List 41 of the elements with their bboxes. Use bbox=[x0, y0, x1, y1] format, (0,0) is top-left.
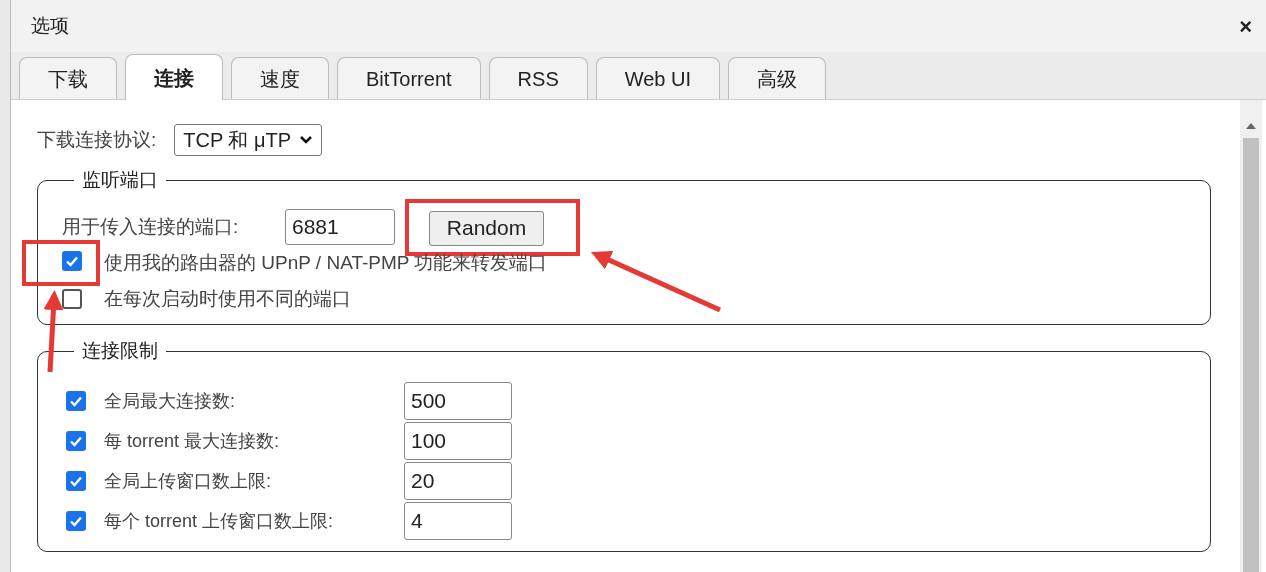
checkbox[interactable] bbox=[66, 471, 86, 491]
limit-field[interactable]: 4 bbox=[404, 502, 512, 540]
tab[interactable]: Web UI bbox=[595, 57, 721, 99]
group-legend: 监听端口 bbox=[74, 169, 166, 191]
checkbox[interactable] bbox=[66, 431, 86, 451]
tab[interactable]: 下载 bbox=[19, 57, 117, 99]
close-button[interactable]: × bbox=[1239, 9, 1252, 43]
chevron-down-icon bbox=[299, 135, 314, 145]
scroll-up-icon[interactable] bbox=[1246, 122, 1256, 130]
checkbox[interactable] bbox=[62, 289, 82, 309]
limit-label: 每个 torrent 上传窗口数上限: bbox=[104, 509, 335, 533]
checkmark-icon bbox=[69, 474, 83, 488]
tab[interactable]: 连接 bbox=[125, 54, 223, 100]
group-legend: 连接限制 bbox=[74, 340, 166, 362]
limit-field[interactable]: 100 bbox=[404, 422, 512, 460]
port-label: 用于传入连接的端口: bbox=[62, 214, 240, 239]
checkmark-icon bbox=[65, 254, 79, 268]
checkmark-icon bbox=[69, 514, 83, 528]
tab[interactable]: RSS bbox=[488, 57, 588, 99]
tab[interactable]: 速度 bbox=[231, 57, 329, 99]
limit-label: 全局上传窗口数上限: bbox=[104, 469, 272, 493]
checkbox[interactable] bbox=[66, 511, 86, 531]
limit-label: 全局最大连接数: bbox=[104, 389, 236, 413]
scrollbar-thumb[interactable] bbox=[1243, 138, 1259, 572]
checkmark-icon bbox=[69, 434, 83, 448]
protocol-label: 下载连接协议: bbox=[37, 127, 157, 152]
scrollbar[interactable] bbox=[1240, 100, 1262, 572]
port-field[interactable]: 6881 bbox=[285, 209, 395, 245]
checkbox[interactable] bbox=[62, 251, 82, 271]
limit-field[interactable]: 500 bbox=[404, 382, 512, 420]
random-button[interactable]: Random bbox=[429, 210, 544, 246]
limit-label: 每 torrent 最大连接数: bbox=[104, 429, 281, 453]
limit-field[interactable]: 20 bbox=[404, 462, 512, 500]
protocol-dropdown[interactable]: TCP 和 μTP bbox=[174, 124, 323, 156]
window-title: 选项 bbox=[31, 13, 69, 38]
option-label: 使用我的路由器的 UPnP / NAT-PMP 功能来转发端口 bbox=[104, 250, 548, 275]
checkmark-icon bbox=[69, 394, 83, 408]
checkbox[interactable] bbox=[66, 391, 86, 411]
tab[interactable]: BitTorrent bbox=[337, 57, 481, 99]
tab[interactable]: 高级 bbox=[728, 57, 827, 99]
option-label: 在每次启动时使用不同的端口 bbox=[104, 286, 351, 311]
